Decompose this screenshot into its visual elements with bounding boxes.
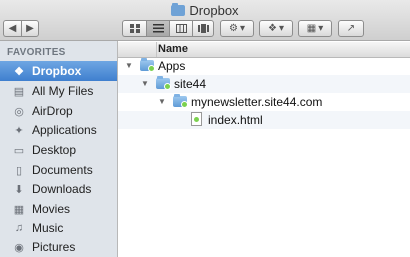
folder-icon: [156, 76, 171, 90]
sidebar-item-label: Movies: [32, 202, 71, 216]
pictures-icon: ◉: [14, 241, 24, 254]
sidebar-item-label: Documents: [32, 163, 93, 177]
documents-icon: ▯: [15, 164, 23, 177]
folder-icon: [171, 3, 186, 16]
icon-view-button[interactable]: [122, 20, 146, 37]
sidebar-item-all-my-files[interactable]: ▤ All My Files: [0, 81, 117, 101]
disclosure-triangle-icon[interactable]: ▼: [141, 79, 149, 88]
sidebar-item-dropbox[interactable]: ❖ Dropbox: [0, 61, 117, 81]
folder-icon: [140, 58, 155, 72]
sidebar-item-label: Dropbox: [32, 64, 82, 78]
sidebar-item-applications[interactable]: ✦ Applications: [0, 120, 117, 140]
share-icon: ↗: [346, 23, 356, 34]
chevron-down-icon: ▾: [278, 23, 284, 34]
list-item-apps[interactable]: ▼ Apps: [118, 57, 410, 75]
disclosure-triangle-icon[interactable]: ▼: [158, 97, 166, 106]
html-file-icon: [191, 112, 202, 126]
airdrop-icon: ◎: [14, 105, 24, 118]
gear-icon: ⚙: [229, 23, 238, 34]
sidebar-item-label: Applications: [32, 123, 97, 137]
back-arrow-icon: ◀: [8, 23, 17, 34]
list-item-label: index.html: [208, 113, 263, 127]
sidebar-item-label: Desktop: [32, 143, 77, 157]
sidebar-item-movies[interactable]: ▦ Movies: [0, 199, 117, 219]
icon-view-icon: [129, 24, 140, 33]
column-header-name[interactable]: Name: [158, 43, 188, 55]
forward-arrow-icon: ▶: [26, 23, 34, 34]
coverflow-view-icon: [197, 24, 209, 33]
sidebar-item-downloads[interactable]: ⬇ Downloads: [0, 179, 117, 199]
list-item-site44[interactable]: ▼ site44: [118, 75, 410, 93]
arrange-icon: ▦: [306, 23, 317, 34]
sidebar-item-label: AirDrop: [32, 104, 73, 118]
sidebar-item-label: Downloads: [32, 182, 92, 196]
disclosure-triangle-icon[interactable]: ▼: [125, 61, 133, 70]
column-view-button[interactable]: [169, 20, 192, 37]
column-header-spacer: [118, 42, 157, 57]
sidebar-item-label: Music: [32, 221, 64, 235]
folder-icon: [173, 94, 188, 108]
movies-icon: ▦: [13, 203, 25, 216]
column-header: Name: [118, 42, 410, 58]
window-title: Dropbox: [0, 3, 410, 18]
sidebar-item-label: Pictures: [32, 240, 76, 254]
all-files-icon: ▤: [13, 85, 25, 98]
list-item-mynewsletter[interactable]: ▼ mynewsletter.site44.com: [118, 93, 410, 111]
sidebar-item-airdrop[interactable]: ◎ AirDrop: [0, 101, 117, 121]
desktop-icon: ▭: [13, 144, 25, 157]
sidebar-item-music[interactable]: ♫ Music: [0, 218, 117, 238]
list-item-label: Apps: [158, 59, 186, 73]
dropbox-menu-button[interactable]: ❖ ▾: [259, 20, 293, 37]
chevron-down-icon: ▾: [318, 23, 324, 34]
action-menu-button[interactable]: ⚙ ▾: [220, 20, 254, 37]
dropbox-icon: ❖: [268, 23, 277, 34]
downloads-icon: ⬇: [14, 183, 24, 196]
sidebar-item-desktop[interactable]: ▭ Desktop: [0, 140, 117, 160]
list-view-button[interactable]: [146, 20, 169, 37]
list-item-label: mynewsletter.site44.com: [191, 95, 323, 109]
window-title-text: Dropbox: [189, 3, 239, 18]
file-list: Name ▼ Apps ▼ site44 ▼ mynewsletter.site…: [118, 41, 410, 257]
applications-icon: ✦: [14, 124, 24, 137]
sidebar-item-label: All My Files: [32, 84, 94, 98]
back-button[interactable]: ◀: [3, 20, 21, 37]
column-view-icon: [175, 24, 187, 33]
dropbox-icon: ❖: [14, 65, 24, 78]
share-button[interactable]: ↗: [338, 20, 364, 37]
sidebar-item-documents[interactable]: ▯ Documents: [0, 160, 117, 180]
list-item-label: site44: [174, 77, 207, 91]
finder-window: Dropbox ◀ ▶ ⚙ ▾ ❖ ▾ ▦ ▾ ↗ FAVORITES ❖ Dr…: [0, 0, 410, 257]
sidebar: FAVORITES ❖ Dropbox ▤ All My Files ◎ Air…: [0, 41, 118, 257]
list-view-icon: [152, 24, 164, 33]
music-icon: ♫: [14, 222, 24, 234]
arrange-menu-button[interactable]: ▦ ▾: [298, 20, 332, 37]
list-item-index-html[interactable]: index.html: [118, 111, 410, 129]
sidebar-section-favorites: FAVORITES: [7, 47, 66, 58]
sidebar-item-pictures[interactable]: ◉ Pictures: [0, 237, 117, 257]
forward-button[interactable]: ▶: [21, 20, 39, 37]
toolbar: Dropbox ◀ ▶ ⚙ ▾ ❖ ▾ ▦ ▾ ↗: [0, 0, 410, 41]
coverflow-view-button[interactable]: [192, 20, 214, 37]
chevron-down-icon: ▾: [239, 23, 245, 34]
